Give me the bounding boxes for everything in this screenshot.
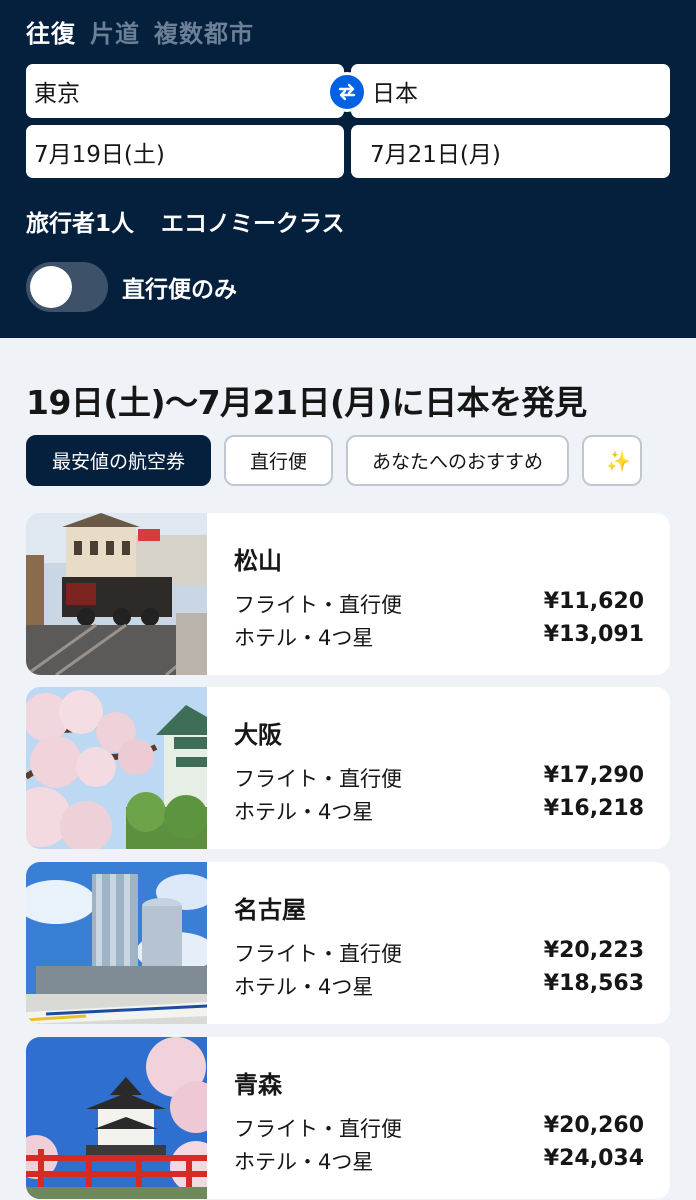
destination-image xyxy=(26,513,207,675)
return-date-field[interactable]: 7月21日(月) xyxy=(351,125,670,178)
hotel-price: ¥13,091 xyxy=(543,622,644,647)
sparkle-icon: ✨ xyxy=(606,448,631,473)
hotel-price: ¥24,034 xyxy=(543,1146,644,1171)
toggle-knob xyxy=(30,266,72,308)
destination-image xyxy=(26,862,207,1024)
direct-only-label: 直行便のみ xyxy=(122,277,237,303)
destination-image xyxy=(26,687,207,849)
flight-price: ¥17,290 xyxy=(543,763,644,788)
swap-button[interactable] xyxy=(327,72,367,112)
flight-label: フライト・直行便 xyxy=(234,942,402,966)
destination-card[interactable]: 松山 フライト・直行便 ¥11,620 ホテル・4つ星 ¥13,091 xyxy=(26,513,670,675)
hotel-label: ホテル・4つ星 xyxy=(234,800,374,824)
hotel-price: ¥18,563 xyxy=(543,971,644,996)
chip-direct[interactable]: 直行便 xyxy=(224,435,334,486)
city-name: 青森 xyxy=(234,1071,282,1099)
direct-only-toggle[interactable] xyxy=(26,262,108,312)
trip-type-tabs: 往復 片道 複数都市 xyxy=(26,14,254,49)
tab-round-trip[interactable]: 往復 xyxy=(26,14,76,49)
chip-more[interactable]: ✨ xyxy=(582,435,643,486)
travellers-cabin-selector[interactable]: 旅行者1人 エコノミークラス xyxy=(26,204,345,238)
hotel-price: ¥16,218 xyxy=(543,796,644,821)
flight-price: ¥20,223 xyxy=(543,938,644,963)
flight-label: フライト・直行便 xyxy=(234,1117,402,1141)
swap-arrows-icon xyxy=(338,83,356,101)
search-header: 往復 片道 複数都市 東京 日本 7月19日(土) 7月21日(月) 旅行者1人… xyxy=(0,0,696,338)
travellers-count: 旅行者1人 xyxy=(26,211,135,237)
origin-field[interactable]: 東京 xyxy=(26,64,344,118)
hotel-label: ホテル・4つ星 xyxy=(234,626,374,650)
tab-multi-city[interactable]: 複数都市 xyxy=(154,14,254,49)
city-name: 大阪 xyxy=(234,721,282,749)
destination-field[interactable]: 日本 xyxy=(351,64,670,118)
chip-cheapest[interactable]: 最安値の航空券 xyxy=(26,435,212,486)
city-name: 名古屋 xyxy=(234,896,306,924)
flight-label: フライト・直行便 xyxy=(234,767,402,791)
depart-date-field[interactable]: 7月19日(土) xyxy=(26,125,344,178)
hotel-label: ホテル・4つ星 xyxy=(234,975,374,999)
destination-image xyxy=(26,1037,207,1199)
flight-price: ¥20,260 xyxy=(543,1113,644,1138)
destination-card[interactable]: 青森 フライト・直行便 ¥20,260 ホテル・4つ星 ¥24,034 xyxy=(26,1037,670,1199)
tab-one-way[interactable]: 片道 xyxy=(90,14,140,49)
hotel-label: ホテル・4つ星 xyxy=(234,1150,374,1174)
section-title: 19日(土)〜7月21日(月)に日本を発見 xyxy=(26,383,587,422)
city-name: 松山 xyxy=(234,547,282,575)
flight-label: フライト・直行便 xyxy=(234,593,402,617)
cabin-class: エコノミークラス xyxy=(161,211,345,237)
filter-chips: 最安値の航空券 直行便 あなたへのおすすめ ✨ xyxy=(26,435,643,486)
flight-price: ¥11,620 xyxy=(543,589,644,614)
destination-card[interactable]: 名古屋 フライト・直行便 ¥20,223 ホテル・4つ星 ¥18,563 xyxy=(26,862,670,1024)
direct-only-row: 直行便のみ xyxy=(26,262,237,312)
chip-recommended[interactable]: あなたへのおすすめ xyxy=(346,435,570,486)
destination-card[interactable]: 大阪 フライト・直行便 ¥17,290 ホテル・4つ星 ¥16,218 xyxy=(26,687,670,849)
